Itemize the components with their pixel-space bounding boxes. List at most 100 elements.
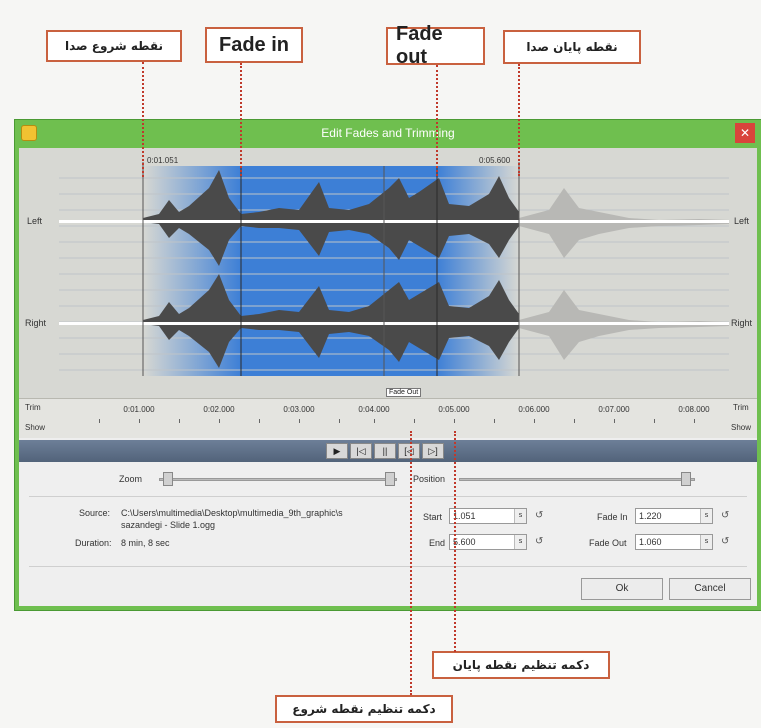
set-end-button[interactable]: ▷]: [422, 443, 444, 459]
position-label: Position: [413, 474, 446, 484]
tick-label: 0:05.000: [438, 405, 470, 414]
connector-fade-in: [240, 63, 242, 176]
ruler-tick: [454, 419, 455, 423]
position-slider-track[interactable]: [459, 478, 695, 481]
fade-in-label: Fade In: [597, 512, 628, 522]
right-channel-label-left: Right: [25, 318, 47, 328]
start-reset-icon[interactable]: ↺: [535, 510, 543, 521]
ruler-tick: [219, 419, 220, 423]
source-path-line2: sazandegi - Slide 1.ogg: [121, 520, 216, 530]
fade-in-field[interactable]: 1.220 s: [635, 508, 713, 524]
trim-label-right: Trim: [733, 403, 749, 412]
left-channel-label-right: Left: [734, 216, 750, 226]
end-unit[interactable]: s: [514, 535, 526, 549]
end-field[interactable]: 5.600 s: [449, 534, 527, 550]
start-field[interactable]: 1.051 s: [449, 508, 527, 524]
divider: [29, 566, 747, 567]
fade-out-value: 1.060: [639, 537, 662, 547]
connector-start-point: [142, 62, 144, 177]
callout-fade-out: Fade out: [386, 23, 485, 68]
callout-start-point: نقطه شروع صدا: [46, 30, 182, 62]
connector-end-point: [518, 64, 520, 176]
transport-bar: ▶ |◁ || [◁ ▷]: [19, 440, 757, 462]
tick-label: 0:06.000: [518, 405, 550, 414]
tick-label: 0:03.000: [283, 405, 315, 414]
close-button[interactable]: ✕: [735, 123, 755, 143]
zoom-label: Zoom: [119, 474, 143, 484]
ruler-tick: [534, 419, 535, 423]
fade-in-reset-icon[interactable]: ↺: [721, 510, 729, 521]
ruler-tick: [99, 419, 100, 423]
connector-fade-out: [436, 65, 438, 176]
zoom-slider-end[interactable]: [385, 472, 395, 486]
divider: [29, 496, 747, 497]
play-button[interactable]: ▶: [326, 443, 348, 459]
tick-label: 0:08.000: [678, 405, 710, 414]
waveform-graph: [59, 162, 729, 376]
trim-label-left: Trim: [25, 403, 41, 412]
source-path-line1: C:\Users\multimedia\Desktop\multimedia_9…: [121, 508, 343, 518]
callout-end-button: دکمه تنظیم نقطه پایان: [432, 651, 610, 679]
fade-in-value: 1.220: [639, 511, 662, 521]
show-label-right: Show: [731, 423, 752, 432]
start-value: 1.051: [453, 511, 476, 521]
zoom-slider-thumb[interactable]: [163, 472, 173, 486]
zoom-slider-track[interactable]: [159, 478, 397, 481]
show-label-left: Show: [25, 423, 46, 432]
waveform-panel[interactable]: 0:01.051 0:05.600 Left Left Right Right …: [19, 148, 757, 398]
position-slider-thumb[interactable]: [681, 472, 691, 486]
end-value: 5.600: [453, 537, 476, 547]
connector-end-button: [454, 431, 456, 652]
fade-out-reset-icon[interactable]: ↺: [721, 536, 729, 547]
duration-value: 8 min, 8 sec: [121, 538, 170, 548]
end-reset-icon[interactable]: ↺: [535, 536, 543, 547]
ruler-tick: [139, 419, 140, 423]
ruler-tick: [654, 419, 655, 423]
ruler-tick: [259, 419, 260, 423]
fade-out-tag: Fade Out: [386, 388, 422, 397]
ruler-tick: [179, 419, 180, 423]
tick-label: 0:02.000: [203, 405, 235, 414]
right-center-line: [59, 322, 729, 325]
pause-button[interactable]: ||: [374, 443, 396, 459]
fade-in-unit[interactable]: s: [700, 509, 712, 523]
ruler-tick: [374, 419, 375, 423]
edit-fades-window: Edit Fades and Trimming ✕ 0:01.051 0:05.…: [14, 119, 761, 611]
end-label: End: [429, 538, 446, 548]
callout-fade-in: Fade in: [205, 27, 303, 63]
dialog-client: 0:01.051 0:05.600 Left Left Right Right …: [19, 148, 757, 606]
left-center-line: [59, 220, 729, 223]
ruler-tick: [494, 419, 495, 423]
ruler-tick: [694, 419, 695, 423]
tick-label: 0:07.000: [598, 405, 630, 414]
connector-start-button: [410, 431, 412, 695]
ok-button[interactable]: Ok: [581, 578, 663, 600]
ruler-tick: [574, 419, 575, 423]
source-label: Source:: [79, 508, 111, 518]
tick-label: 0:04.000: [358, 405, 390, 414]
title-bar: Edit Fades and Trimming ✕: [15, 120, 761, 148]
ruler-tick: [614, 419, 615, 423]
window-title: Edit Fades and Trimming: [321, 126, 455, 140]
fade-out-label: Fade Out: [589, 538, 627, 548]
controls-panel: Zoom Position Source: C:\Users\multimedi…: [19, 462, 757, 606]
fade-out-unit[interactable]: s: [700, 535, 712, 549]
rewind-button[interactable]: |◁: [350, 443, 372, 459]
start-time-label: 0:01.051: [147, 156, 179, 165]
end-time-label: 0:05.600: [479, 156, 511, 165]
fade-out-field[interactable]: 1.060 s: [635, 534, 713, 550]
ruler-tick: [414, 419, 415, 423]
start-label: Start: [423, 512, 443, 522]
callout-end-point: نقطه پایان صدا: [503, 30, 641, 64]
tick-label: 0:01.000: [123, 405, 155, 414]
start-unit[interactable]: s: [514, 509, 526, 523]
callout-start-button: دکمه تنظیم نقطه شروع: [275, 695, 453, 723]
right-channel-label-right: Right: [731, 318, 753, 328]
time-ruler: Trim Trim Show Show 0:01.000 0:02.000 0:…: [19, 398, 757, 438]
ruler-tick: [299, 419, 300, 423]
left-channel-label-left: Left: [27, 216, 43, 226]
set-start-button[interactable]: [◁: [398, 443, 420, 459]
cancel-button[interactable]: Cancel: [669, 578, 751, 600]
duration-label: Duration:: [75, 538, 112, 548]
ruler-tick: [339, 419, 340, 423]
